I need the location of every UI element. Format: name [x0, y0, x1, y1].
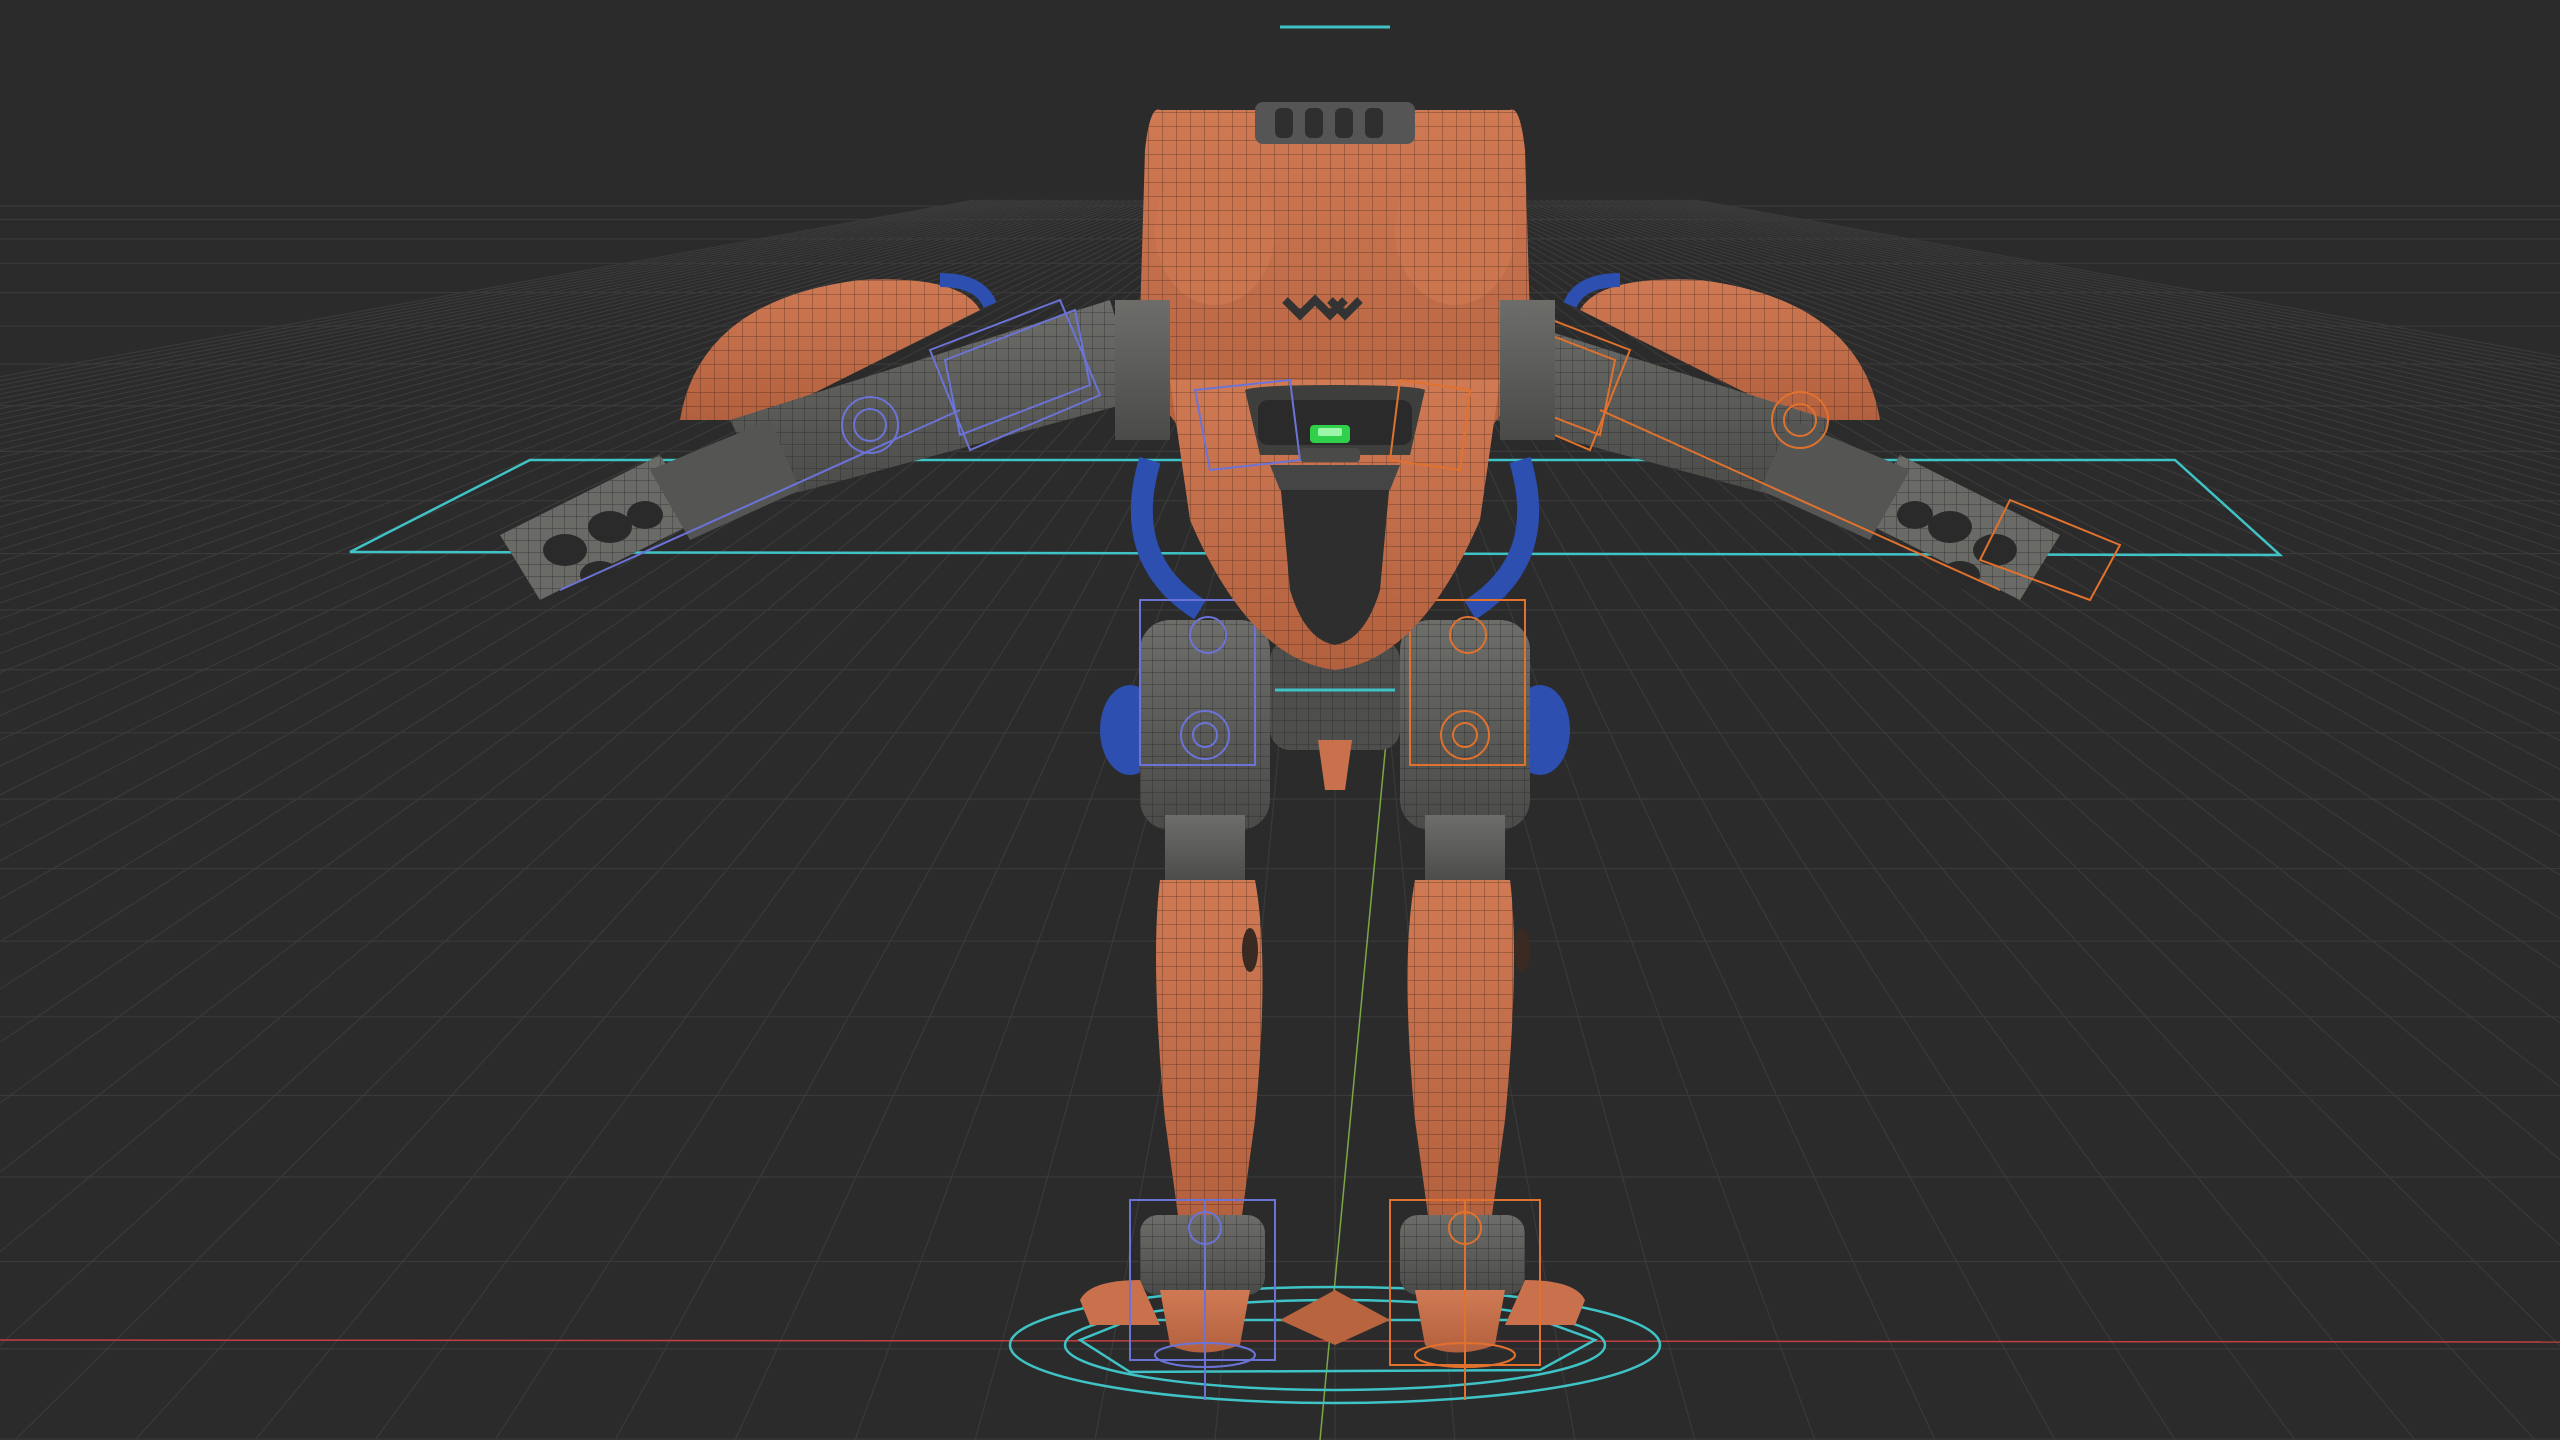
grid-line: [0, 199, 982, 382]
left-leg[interactable]: [1080, 815, 1276, 1400]
right-leg[interactable]: [1389, 815, 1585, 1400]
grid-line: [0, 199, 976, 378]
3d-viewport[interactable]: [0, 0, 2560, 1440]
x-axis-line: [0, 1339, 2560, 1343]
grid-line: [1574, 199, 2560, 469]
center-toe: [1280, 1290, 1390, 1345]
